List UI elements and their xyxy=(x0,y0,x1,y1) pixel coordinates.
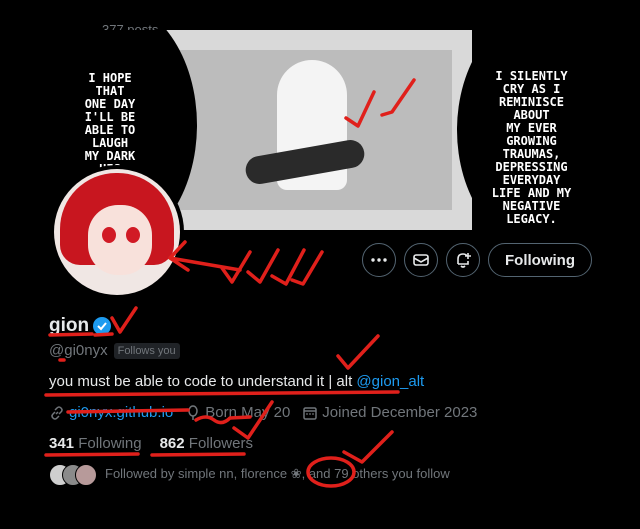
more-button[interactable] xyxy=(362,243,397,277)
notify-button[interactable] xyxy=(446,243,481,277)
birthday-item: Born May 20 xyxy=(185,404,290,421)
joined-item: Joined December 2023 xyxy=(302,404,477,421)
following-button[interactable]: Following xyxy=(488,243,592,277)
profile-avatar[interactable] xyxy=(50,165,184,299)
joined-text: Joined December 2023 xyxy=(322,404,478,421)
avatar-eye-left xyxy=(102,227,116,243)
followed-by-row[interactable]: Followed by simple nn, florence ❀, and 7… xyxy=(49,464,450,486)
user-handle: @gi0nyx xyxy=(49,342,108,359)
calendar-icon xyxy=(303,406,318,420)
website-link[interactable]: gi0nyx.github.io xyxy=(69,404,173,421)
follows-you-badge: Follows you xyxy=(113,342,180,359)
handle-row: @gi0nyx Follows you xyxy=(49,342,180,359)
profile-name-row: gion xyxy=(49,315,112,337)
more-icon xyxy=(371,258,387,262)
mutual-avatar xyxy=(75,464,97,486)
following-label: Following xyxy=(78,435,142,452)
following-count: 341 xyxy=(49,435,75,452)
speech-text-right: I SILENTLY CRY AS I REMINISCE ABOUT MY E… xyxy=(491,69,572,226)
follow-counts: 341 Following 862 Followers xyxy=(49,435,253,452)
profile-meta: gi0nyx.github.io Born May 20 Joined Dece… xyxy=(49,404,477,421)
followed-by-text: Followed by simple nn, florence ❀, and 7… xyxy=(105,466,450,481)
website-item[interactable]: gi0nyx.github.io xyxy=(49,404,173,421)
speech-text-left: I HOPE THAT ONE DAY I'LL BE ABLE TO LAUG… xyxy=(84,71,136,176)
followers-count-link[interactable]: 862 Followers xyxy=(160,435,253,452)
followed-by-avatars xyxy=(49,464,97,486)
followers-label: Followers xyxy=(188,435,253,452)
profile-bio: you must be able to code to understand i… xyxy=(49,373,424,390)
avatar-face xyxy=(88,205,152,275)
display-name: gion xyxy=(49,315,90,336)
bell-plus-icon xyxy=(457,253,472,268)
profile-actions: Following xyxy=(362,243,592,277)
birthday-text: Born May 20 xyxy=(205,404,291,421)
balloon-icon xyxy=(188,404,198,420)
followers-count: 862 xyxy=(159,435,185,452)
mail-icon xyxy=(413,254,429,266)
verified-badge-icon[interactable] xyxy=(93,317,112,335)
avatar-eye-right xyxy=(126,227,140,243)
following-count-link[interactable]: 341 Following xyxy=(49,435,142,452)
bio-mention-link[interactable]: @gion_alt xyxy=(356,373,424,390)
bio-text: you must be able to code to understand i… xyxy=(49,373,357,390)
message-button[interactable] xyxy=(404,243,439,277)
profile-frame: 377 posts I HOPE THAT ONE DAY I'LL BE AB… xyxy=(32,22,608,496)
link-icon xyxy=(51,405,63,420)
